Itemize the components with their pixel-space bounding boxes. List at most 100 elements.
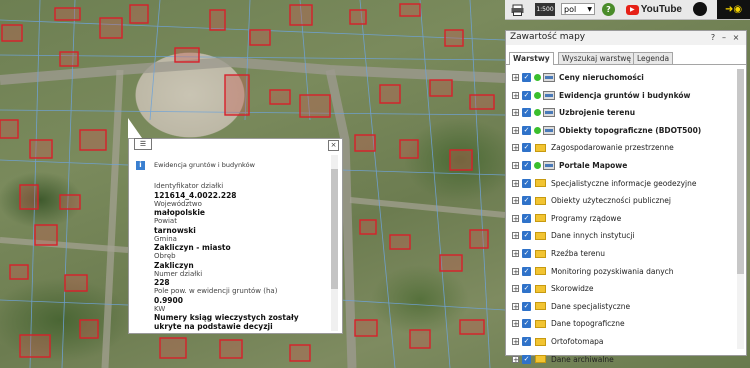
layer-checkbox[interactable]: ✓	[522, 90, 531, 100]
close-icon[interactable]: ×	[732, 33, 740, 42]
expand-icon[interactable]: +	[512, 197, 519, 205]
folder-icon	[535, 319, 546, 328]
layer-checkbox[interactable]: ✓	[522, 249, 531, 258]
eye-icon[interactable]: ➜◉	[717, 0, 750, 19]
layer-row[interactable]: + ✓ Ewidencja gruntów i budynków	[512, 87, 736, 104]
layer-row[interactable]: + ✓ Monitoring pozyskiwania danych	[512, 263, 736, 280]
scrollbar-thumb[interactable]	[331, 169, 338, 289]
layer-checkbox[interactable]: ✓	[522, 161, 531, 170]
layer-row[interactable]: + ✓ Dane archiwalne	[512, 351, 736, 368]
expand-icon[interactable]: +	[512, 109, 519, 117]
layer-row[interactable]: + ✓ Dane innych instytucji	[512, 227, 736, 244]
menu-icon[interactable]: ☰	[134, 138, 152, 150]
expand-icon[interactable]: +	[512, 267, 519, 275]
layer-row[interactable]: + ✓ Obiekty użyteczności publicznej	[512, 192, 736, 209]
tab-warstwy[interactable]: Warstwy	[509, 52, 554, 65]
layer-checkbox[interactable]: ✓	[522, 213, 531, 223]
status-dot-icon	[534, 74, 541, 81]
expand-icon[interactable]: +	[512, 232, 519, 240]
layer-checkbox[interactable]: ✓	[522, 337, 531, 346]
field-label: Obręb	[154, 252, 176, 260]
field-value: małopolskie	[154, 208, 206, 217]
folder-icon	[535, 355, 546, 364]
field-value: tarnowski	[154, 225, 196, 235]
layer-checkbox[interactable]: ✓	[522, 266, 531, 276]
expand-icon[interactable]: +	[512, 285, 519, 293]
tab-legenda[interactable]: Legenda	[633, 52, 674, 64]
layer-checkbox[interactable]: ✓	[522, 73, 531, 82]
field-label: Numer działki	[154, 269, 203, 278]
layer-row[interactable]: + ✓ Dane topograficzne	[512, 315, 736, 332]
layer-row[interactable]: + ✓ Ortofotomapa	[512, 333, 736, 350]
status-dot-icon	[534, 109, 541, 117]
youtube-icon[interactable]: ▶ YouTube	[626, 2, 682, 17]
scrollbar-thumb[interactable]	[737, 69, 744, 274]
folder-icon	[535, 249, 546, 258]
layer-row[interactable]: + ✓ Uzbrojenie terenu	[512, 104, 736, 121]
layer-row[interactable]: + ✓ Specjalistyczne informacje geodezyjne	[512, 175, 736, 192]
status-dot-icon	[534, 162, 541, 169]
close-icon[interactable]: ×	[328, 140, 339, 151]
language-select[interactable]: pol ▼	[561, 3, 595, 15]
expand-icon[interactable]: +	[512, 91, 519, 99]
folder-icon	[535, 284, 546, 293]
layer-row[interactable]: + ✓ Dane specjalistyczne	[512, 298, 736, 315]
scale-icon[interactable]: 1:500	[535, 3, 555, 16]
expand-icon[interactable]: +	[512, 320, 519, 328]
expand-icon[interactable]: +	[512, 338, 519, 346]
field-label: Identyfikator działki	[154, 182, 224, 190]
map-service-icon	[543, 108, 555, 118]
layer-checkbox[interactable]: ✓	[522, 143, 531, 153]
github-icon[interactable]	[693, 2, 707, 16]
layer-checkbox[interactable]: ✓	[522, 301, 531, 311]
print-icon[interactable]	[510, 2, 524, 17]
layer-row[interactable]: + ✓ Zagospodarowanie przestrzenne	[512, 139, 736, 156]
expand-icon[interactable]: +	[512, 179, 519, 187]
layer-checkbox[interactable]: ✓	[522, 319, 531, 329]
layer-label: Dane innych instytucji	[551, 231, 635, 241]
folder-icon	[535, 214, 546, 223]
expand-icon[interactable]: +	[512, 355, 519, 363]
layer-label: Ewidencja gruntów i budynków	[559, 90, 691, 100]
layer-label: Dane archiwalne	[551, 354, 614, 364]
expand-icon[interactable]: +	[512, 214, 519, 222]
layer-checkbox[interactable]: ✓	[522, 196, 531, 206]
field-value: 121614_4.0022.228	[154, 190, 237, 200]
layer-row[interactable]: + ✓ Skorowidze	[512, 280, 736, 297]
help-icon[interactable]: ?	[602, 3, 615, 16]
help-panel-icon[interactable]: ?	[709, 33, 717, 42]
expand-icon[interactable]: +	[512, 126, 519, 134]
field-label: Powiat	[154, 217, 177, 225]
tab-wyszukaj-warstwe[interactable]: Wyszukaj warstwę	[558, 52, 636, 64]
layer-checkbox[interactable]: ✓	[522, 284, 531, 294]
layer-label: Rzeźba terenu	[551, 249, 606, 258]
layer-label: Obiekty topograficzne (BDOT500)	[559, 125, 702, 135]
layer-row[interactable]: + ✓ Portale Mapowe	[512, 157, 736, 174]
play-icon: ▶	[626, 4, 639, 15]
expand-icon[interactable]: +	[512, 250, 519, 258]
panel-title: Zawartość mapy	[510, 32, 586, 42]
popup-scrollbar[interactable]	[331, 155, 338, 331]
folder-icon	[535, 231, 546, 240]
layer-checkbox[interactable]: ✓	[522, 231, 531, 241]
layer-label: Monitoring pozyskiwania danych	[551, 266, 674, 276]
minimize-icon[interactable]: –	[720, 33, 728, 42]
layer-scrollbar[interactable]	[737, 69, 744, 349]
layer-row[interactable]: + ✓ Ceny nieruchomości	[512, 69, 736, 86]
expand-icon[interactable]: +	[512, 74, 519, 82]
layer-label: Programy rządowe	[551, 213, 622, 223]
expand-icon[interactable]: +	[512, 302, 519, 310]
layer-checkbox[interactable]: ✓	[522, 178, 531, 188]
expand-icon[interactable]: +	[512, 162, 519, 170]
panel-tabs: Warstwy Wyszukaj warstwę Legenda	[506, 51, 746, 65]
expand-icon[interactable]: +	[512, 144, 519, 152]
layer-row[interactable]: + ✓ Rzeźba terenu	[512, 245, 736, 262]
layer-checkbox[interactable]: ✓	[522, 125, 531, 135]
folder-icon	[535, 302, 546, 311]
layer-row[interactable]: + ✓ Programy rządowe	[512, 210, 736, 227]
layer-checkbox[interactable]: ✓	[522, 108, 531, 118]
field-value: 0.9900	[154, 295, 183, 305]
layer-checkbox[interactable]: ✓	[522, 354, 531, 364]
field-value: Zakliczyn	[154, 260, 194, 270]
layer-row[interactable]: + ✓ Obiekty topograficzne (BDOT500)	[512, 122, 736, 139]
